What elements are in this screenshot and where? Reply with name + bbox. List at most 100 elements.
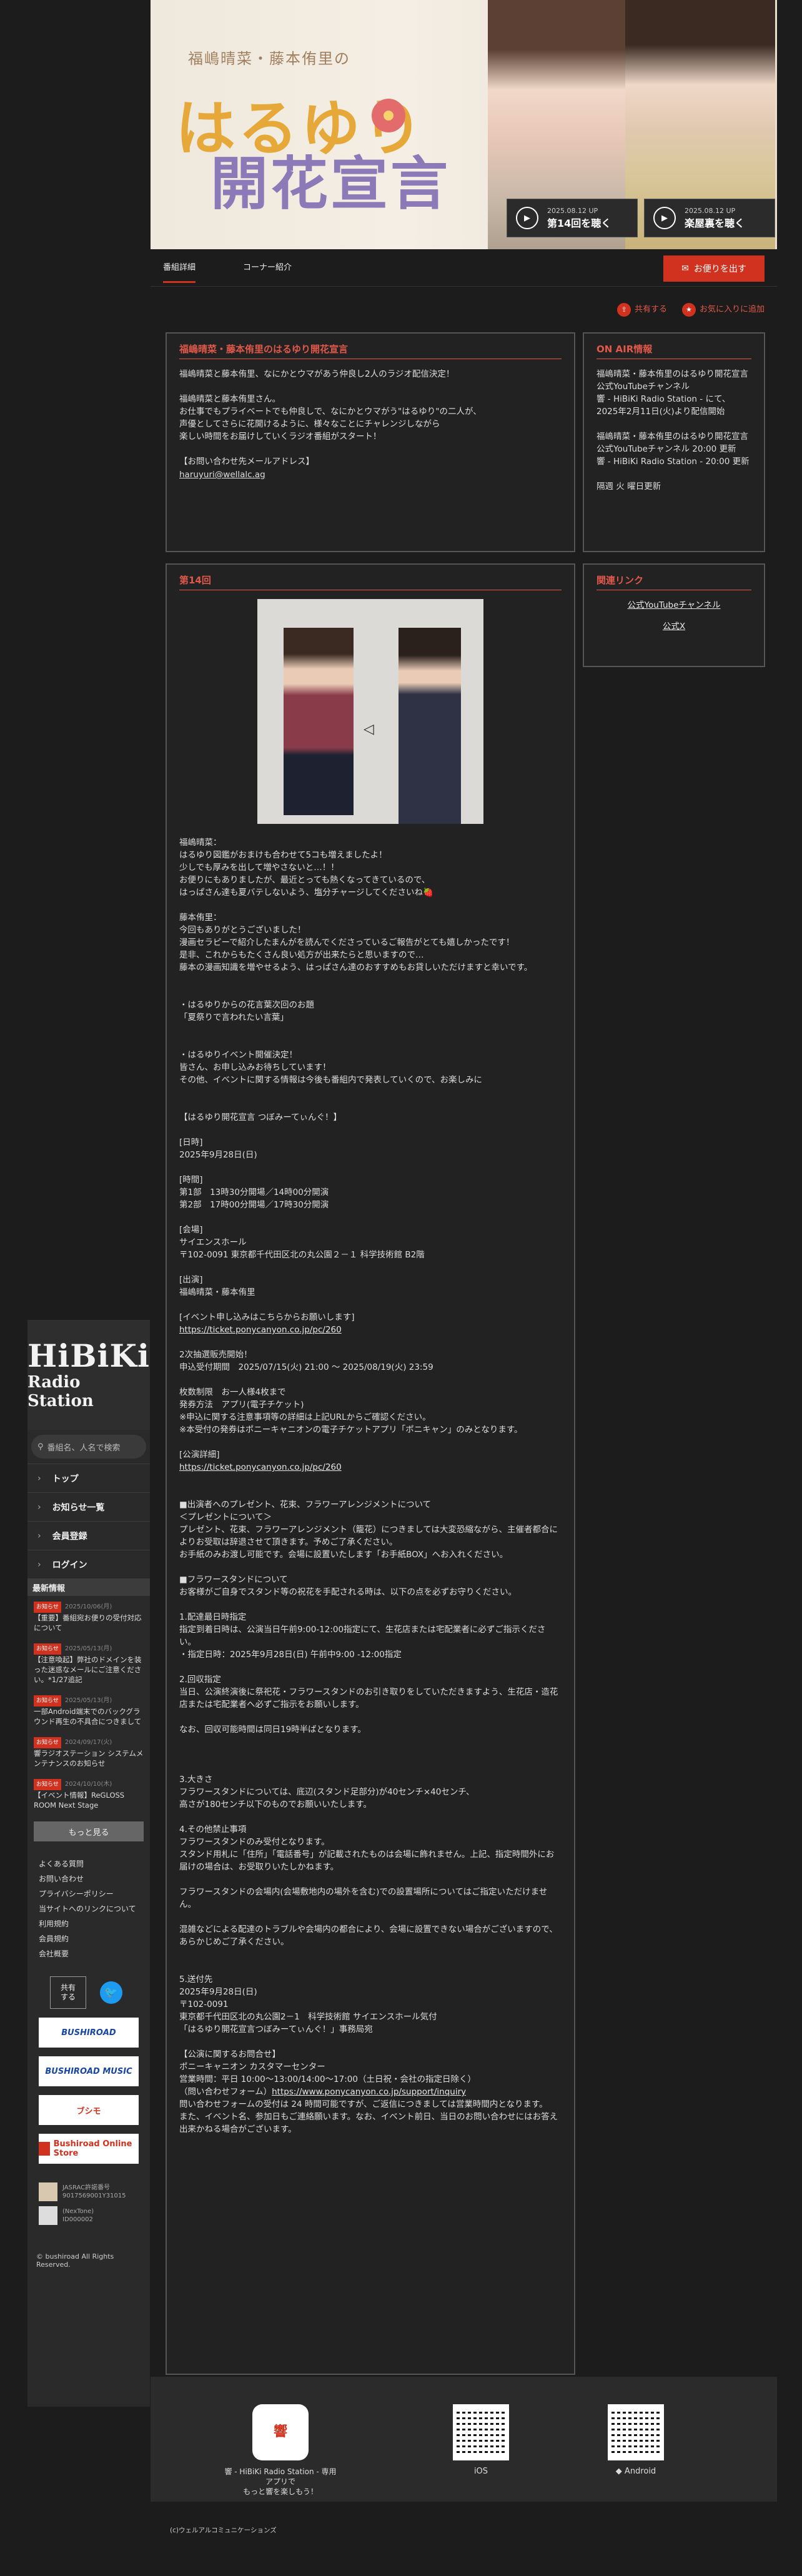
- ios-qr[interactable]: iOS: [453, 2404, 509, 2476]
- news-badge: お知らせ: [34, 1602, 61, 1613]
- inquiry-link[interactable]: https://www.ponycanyon.co.jp/support/inq…: [272, 2087, 466, 2097]
- onair-panel: ON AIR情報 福嶋晴菜・藤本侑里のはるゆり開花宣言公式YouTubeチャンネ…: [583, 332, 765, 552]
- nav-item-top[interactable]: › トップ: [27, 1464, 150, 1492]
- news-date: 2024/10/10(木): [64, 1781, 112, 1788]
- onair-body: 福嶋晴菜・藤本侑里のはるゆり開花宣言公式YouTubeチャンネル 響 - HiB…: [597, 369, 750, 492]
- qr-code-icon: [453, 2404, 509, 2460]
- x-link[interactable]: 公式X: [597, 620, 751, 633]
- chevron-right-icon: ›: [37, 1473, 41, 1484]
- ios-label: iOS: [473, 2467, 488, 2476]
- news-heading: 最新情報: [27, 1578, 150, 1596]
- episode-text-part4: 問い合わせフォームの受付は 24 時間可能ですが、ご返信につきましては営業時間内…: [179, 2099, 558, 2134]
- program-intro-panel: 福嶋晴菜・藤本侑里のはるゆり開花宣言 福嶋晴菜と藤本侑里、なにかとウマがあう仲良…: [166, 332, 575, 552]
- link-faq[interactable]: よくある質問: [39, 1856, 150, 1871]
- link-linking[interactable]: 当サイトへのリンクについて: [39, 1901, 150, 1916]
- logo-line2: Radio Station: [27, 1373, 94, 1410]
- link-contact[interactable]: お問い合わせ: [39, 1871, 150, 1886]
- hero-banner: 福嶋晴菜・藤本侑里の はるゆり 開花宣言 ▶ 2025.08.12 UP 第14回…: [151, 0, 777, 249]
- store-label: Bushiroad Online Store: [53, 2139, 132, 2158]
- listen-label: 第14回を聴く: [547, 217, 611, 229]
- star-icon: ★: [681, 303, 696, 317]
- news-date: 2024/09/17(火): [64, 1739, 112, 1746]
- listen-date: 2025.08.12 UP: [685, 206, 736, 215]
- episode-text-part3: ■出演者へのプレゼント、花束、フラワーアレンジメントについて ＜プレゼントについ…: [179, 1500, 558, 2097]
- intro-email-link[interactable]: haruyuri@wellalc.ag: [179, 470, 265, 480]
- social-row: 共有 する 🐦: [27, 1961, 150, 2009]
- news-badge: お知らせ: [34, 1643, 61, 1655]
- mail-icon: ✉: [681, 264, 689, 274]
- hero-title-line2: 開花宣言: [210, 151, 451, 217]
- news-badge: お知らせ: [34, 1737, 61, 1748]
- listen-episode-button[interactable]: ▶ 2025.08.12 UP 第14回を聴く: [507, 199, 638, 237]
- sidebar: HiBiKi Radio Station ⚲ 番組名、人名で検索 › トップ › お…: [27, 1320, 150, 2407]
- news-text: 【注意喚起】弊社のドメインを装った迷惑なメールにご注意ください。*1/27追記: [34, 1655, 142, 1684]
- episode-photo[interactable]: ◁: [257, 599, 483, 824]
- more-news-button[interactable]: もっと見る: [34, 1821, 144, 1841]
- play-icon: ▶: [653, 207, 676, 229]
- share-action-label: 共有する: [634, 305, 667, 314]
- news-item[interactable]: お知らせ 2024/09/17(火) 響ラジオステーション システムメンテナンスのお…: [27, 1731, 150, 1773]
- nav-label: ログイン: [52, 1560, 87, 1570]
- sidebar-nav: › トップ › お知らせ一覧 › 会員登録 › ログイン: [27, 1464, 150, 1578]
- chevron-right-icon: ›: [37, 1559, 41, 1570]
- news-item[interactable]: お知らせ 2025/05/13(月) 一部Android端末でのバックグラウンド再生…: [27, 1690, 150, 1731]
- listen-backstage-button[interactable]: ▶ 2025.08.12 UP 楽屋裏を聴く: [644, 199, 775, 237]
- search-placeholder: 番組名、人名で検索: [47, 1443, 121, 1453]
- link-privacy[interactable]: プライバシーポリシー: [39, 1886, 150, 1901]
- nextone-text: (NexTone) ID000002: [62, 2208, 94, 2223]
- search-icon: ⚲: [37, 1442, 44, 1452]
- news-item[interactable]: お知らせ 2024/10/10(木) 【イベント情報】ReGLOSS ROOM Ne…: [27, 1773, 150, 1815]
- onair-heading: ON AIR情報: [597, 342, 751, 359]
- link-terms[interactable]: 利用規約: [39, 1916, 150, 1931]
- listen-label: 楽屋裏を聴く: [685, 217, 745, 229]
- tab-bar: 番組詳細 コーナー紹介 ✉ お便りを出す: [151, 249, 777, 287]
- android-label: ◆ Android: [615, 2467, 656, 2476]
- news-date: 2025/05/13(月): [64, 1645, 112, 1652]
- online-store-banner[interactable]: Bushiroad Online Store: [39, 2134, 139, 2164]
- main-content: 福嶋晴菜・藤本侑里の はるゆり 開花宣言 ▶ 2025.08.12 UP 第14回…: [151, 0, 777, 2375]
- details-link[interactable]: https://ticket.ponycanyon.co.jp/pc/260: [179, 1462, 342, 1472]
- youtube-link[interactable]: 公式YouTubeチャンネル: [597, 599, 751, 612]
- ticket-link[interactable]: https://ticket.ponycanyon.co.jp/pc/260: [179, 1325, 342, 1335]
- episode-heading: 第14回: [179, 573, 562, 590]
- send-letter-button[interactable]: ✉ お便りを出す: [663, 255, 765, 282]
- link-member-terms[interactable]: 会員規約: [39, 1931, 150, 1946]
- tab-program-details[interactable]: 番組詳細: [163, 260, 196, 283]
- share-label: 共有 する: [60, 1983, 76, 2001]
- jasrac-icon: [39, 2182, 57, 2201]
- favorite-action-label: お気に入りに追加: [699, 305, 765, 314]
- twitter-icon[interactable]: 🐦: [100, 1981, 122, 2004]
- news-item[interactable]: お知らせ 2025/05/13(月) 【注意喚起】弊社のドメインを装った迷惑なメール…: [27, 1638, 150, 1690]
- share-action[interactable]: ⇪ 共有する: [616, 302, 667, 317]
- link-company[interactable]: 会社概要: [39, 1946, 150, 1961]
- related-heading: 関連リンク: [597, 573, 751, 590]
- app-promo[interactable]: 響 響 - HiBiKi Radio Station - 専用アプリで もっと響…: [224, 2404, 337, 2497]
- nav-label: 会員登録: [52, 1531, 87, 1542]
- episode-text-part2: 2次抽選販売開始！ 申込受付期間 2025/07/15(火) 21:00 ～ 2…: [179, 1350, 523, 1460]
- nav-item-login[interactable]: › ログイン: [27, 1550, 150, 1578]
- app-footer: 響 響 - HiBiKi Radio Station - 専用アプリで もっと響…: [151, 2377, 777, 2502]
- hibiki-logo[interactable]: HiBiKi Radio Station: [27, 1320, 150, 1430]
- jasrac-row: JASRAC許諾番号 9017569001Y31015: [27, 2164, 150, 2201]
- play-icon: ▶: [516, 207, 538, 229]
- news-text: 【イベント情報】ReGLOSS ROOM Next Stage: [34, 1791, 125, 1810]
- episode-text: 福嶋晴菜： はるゆり図鑑がおまけも合わせて5コも増えましたよ！ 少しでも厚みを出…: [179, 836, 562, 2136]
- tab-corners[interactable]: コーナー紹介: [243, 260, 292, 272]
- news-item[interactable]: お知らせ 2025/10/06(月) 【重要】番組宛お便りの受付対応について: [27, 1596, 150, 1638]
- bushiroad-banner[interactable]: BUSHIROAD: [39, 2018, 139, 2048]
- logo-line1: HiBiKi: [27, 1337, 150, 1374]
- favorite-action[interactable]: ★ お気に入りに追加: [681, 302, 765, 317]
- store-logo-icon: [39, 2142, 50, 2156]
- search-input[interactable]: ⚲ 番組名、人名で検索: [31, 1435, 146, 1459]
- nav-item-register[interactable]: › 会員登録: [27, 1521, 150, 1550]
- bushiroad-music-banner[interactable]: BUSHIROAD MUSIC: [39, 2056, 139, 2086]
- news-text: 【重要】番組宛お便りの受付対応について: [34, 1613, 142, 1632]
- photo-person-right: [399, 628, 461, 824]
- android-qr[interactable]: ◆ Android: [608, 2404, 664, 2476]
- share-icon: ⇪: [616, 303, 631, 317]
- bushimo-banner[interactable]: ブシモ: [39, 2095, 139, 2125]
- nav-item-news[interactable]: › お知らせ一覧: [27, 1492, 150, 1521]
- chevron-right-icon: ›: [37, 1530, 41, 1541]
- news-badge: お知らせ: [34, 1695, 61, 1707]
- share-button[interactable]: 共有 する: [50, 1976, 86, 2009]
